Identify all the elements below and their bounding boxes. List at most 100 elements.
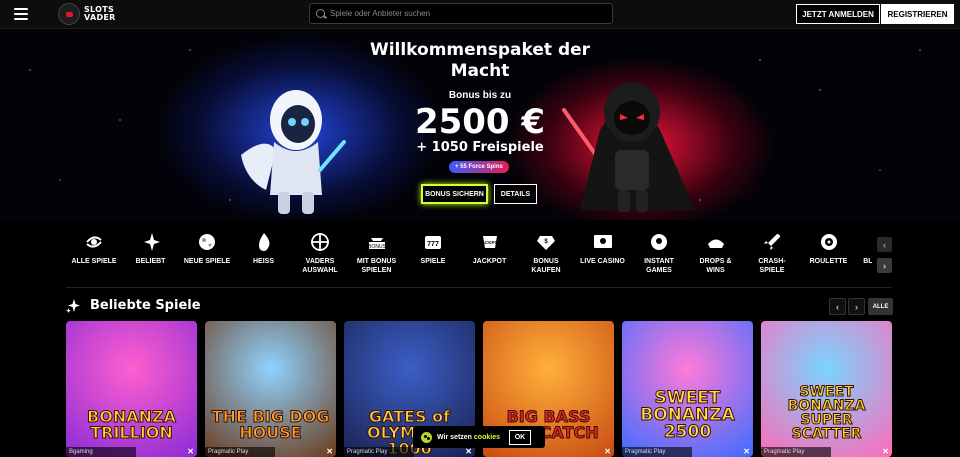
provider-logo-icon: ✕ xyxy=(604,447,611,456)
galaxy-icon xyxy=(84,232,104,252)
bonus-amount: 2500 € xyxy=(414,102,546,142)
category-blackjack[interactable]: BLACKJACK xyxy=(857,232,872,282)
logo-line2: VADER xyxy=(84,13,116,22)
provider-logo-icon: ✕ xyxy=(326,447,333,456)
category-label: BONUS KAUFEN xyxy=(531,258,561,274)
game-title: THE BIG DOG HOUSE xyxy=(211,407,330,442)
section-divider xyxy=(66,287,892,288)
diamond-icon: $ xyxy=(536,232,556,252)
search-box[interactable] xyxy=(309,3,613,24)
provider-logo-icon: ✕ xyxy=(187,447,194,456)
category-label: BELIEBT xyxy=(135,258,166,265)
svg-text:BONUS: BONUS xyxy=(368,244,386,250)
category-label: JACKPOT xyxy=(472,258,507,265)
cookie-ok-button[interactable]: OK xyxy=(508,429,531,445)
logo-wordmark: SLOTS VADER xyxy=(84,6,116,22)
game-card[interactable]: THE BIG DOG HOUSE Pragmatic Play ✕ xyxy=(205,321,336,457)
vader-helmet-icon xyxy=(58,3,80,25)
game-card[interactable]: SWEET BONANZA SUPER SCATTER Pragmatic Pla… xyxy=(761,321,892,457)
hero-title: Willkommenspaket der Macht xyxy=(340,40,620,82)
category-label: CRASH- SPIELE xyxy=(758,258,786,274)
provider-logo-icon: ✕ xyxy=(465,447,472,456)
sparkle-icon xyxy=(141,232,161,252)
category-jackpot[interactable]: JACKPOT JACKPOT xyxy=(462,232,518,282)
category-drops-wins[interactable]: DROPS & WINS xyxy=(688,232,744,282)
claim-bonus-button[interactable]: BONUS SICHERN xyxy=(421,184,488,204)
jackpot-icon: JACKPOT xyxy=(480,232,500,252)
search-icon xyxy=(316,9,325,18)
cookie-icon xyxy=(421,431,432,443)
cookie-text-main: Wir setzen xyxy=(437,433,472,441)
section-title: Beliebte Spiele xyxy=(90,298,201,313)
login-button[interactable]: JETZT ANMELDEN xyxy=(796,4,880,24)
svg-text:777: 777 xyxy=(427,241,439,248)
eight-ball-icon xyxy=(649,232,669,252)
search-input[interactable] xyxy=(330,9,600,18)
game-provider: Pragmatic Play xyxy=(344,447,414,457)
category-bonus-kaufen[interactable]: $ BONUS KAUFEN xyxy=(518,232,574,282)
white-hooded-jedi-robot-illustration xyxy=(241,90,346,214)
game-card[interactable]: SWEET BONANZA 2500 Pragmatic Play ✕ xyxy=(622,321,753,457)
rocket-icon xyxy=(762,232,782,252)
category-label: MIT BONUS SPIELEN xyxy=(356,258,397,274)
category-crash-spiele[interactable]: CRASH- SPIELE xyxy=(744,232,800,282)
top-header: SLOTS VADER JETZT ANMELDEN REGISTRIEREN xyxy=(0,0,960,29)
hero-title-line1: Willkommenspaket der xyxy=(369,40,591,60)
game-provider: Pragmatic Play xyxy=(622,447,692,457)
live-dealer-icon xyxy=(593,232,613,252)
register-button[interactable]: REGISTRIEREN xyxy=(881,4,954,24)
cookie-banner: Wir setzen cookies OK xyxy=(413,426,545,448)
details-button[interactable]: DETAILS xyxy=(494,184,537,204)
cookie-link[interactable]: cookies xyxy=(474,434,500,441)
site-logo[interactable]: SLOTS VADER xyxy=(58,3,116,25)
category-label: DROPS & WINS xyxy=(699,258,732,274)
hero-title-line2: Macht xyxy=(450,61,510,81)
show-all-button[interactable]: ALLE xyxy=(868,298,893,315)
category-label: ROULETTE xyxy=(809,258,848,265)
category-instant-games[interactable]: INSTANT GAMES xyxy=(631,232,687,282)
sparkle-icon xyxy=(66,299,80,313)
game-provider: Bgaming xyxy=(66,447,136,457)
crosshair-icon xyxy=(310,232,330,252)
hamburger-menu-icon[interactable] xyxy=(14,8,28,20)
flame-icon xyxy=(254,232,274,252)
category-label: HEISS xyxy=(252,258,274,265)
category-label: BLACKJACK xyxy=(863,258,872,265)
provider-logo-icon: ✕ xyxy=(882,447,889,456)
category-label: NEUE SPIELE xyxy=(183,258,231,265)
provider-logo-icon: ✕ xyxy=(743,447,750,456)
category-label: INSTANT GAMES xyxy=(644,258,674,274)
force-spins-badge: + 55 Force Spins xyxy=(449,161,509,173)
category-beliebt[interactable]: BELIEBT xyxy=(123,232,179,282)
category-bar: ALLE SPIELE BELIEBT NEUE SPIELE HEISS VADERS… xyxy=(66,232,872,282)
category-neue-spiele[interactable]: NEUE SPIELE xyxy=(179,232,235,282)
category-prev-button[interactable]: ‹ xyxy=(877,237,892,252)
category-next-button[interactable]: › xyxy=(877,258,892,273)
game-provider: Pragmatic Play xyxy=(205,447,275,457)
bonus-icon: BONUS xyxy=(367,232,387,252)
category-vaders-auswahl[interactable]: VADERS AUSWAHL xyxy=(292,232,348,282)
svg-text:JACKPOT: JACKPOT xyxy=(480,240,500,245)
category-label: VADERS AUSWAHL xyxy=(302,258,338,274)
drops-wins-icon xyxy=(706,232,726,252)
category-live-casino[interactable]: LIVE CASINO xyxy=(575,232,631,282)
planet-icon xyxy=(197,232,217,252)
game-card[interactable]: BONANZA TRILLION Bgaming ✕ xyxy=(66,321,197,457)
game-provider: Pragmatic Play xyxy=(761,447,831,457)
games-next-button[interactable]: › xyxy=(848,298,865,315)
game-title: SWEET BONANZA SUPER SCATTER xyxy=(787,384,866,442)
category-spiele[interactable]: 777 SPIELE xyxy=(405,232,461,282)
bonus-prefix: Bonus bis zu xyxy=(448,90,512,101)
game-title: SWEET BONANZA 2500 xyxy=(640,388,736,442)
games-prev-button[interactable]: ‹ xyxy=(829,298,846,315)
category-roulette[interactable]: ROULETTE xyxy=(801,232,857,282)
hero-banner[interactable]: Willkommenspaket der Macht Bonus bis zu … xyxy=(0,30,960,220)
category-mit-bonus-spielen[interactable]: BONUS MIT BONUS SPIELEN xyxy=(349,232,405,282)
cookie-text: Wir setzen cookies xyxy=(437,434,500,441)
category-label: ALLE SPIELE xyxy=(71,258,117,265)
category-label: LIVE CASINO xyxy=(580,258,625,265)
category-heiss[interactable]: HEISS xyxy=(236,232,292,282)
category-alle-spiele[interactable]: ALLE SPIELE xyxy=(66,232,122,282)
free-spins-text: + 1050 Freispiele xyxy=(416,140,544,155)
dark-hooded-sith-robot-illustration xyxy=(562,82,695,212)
